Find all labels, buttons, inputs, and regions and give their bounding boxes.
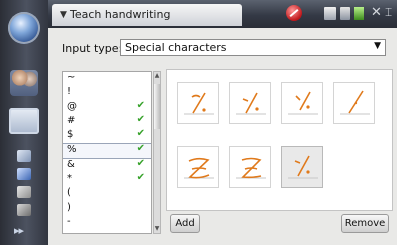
- handwriting-sample[interactable]: [229, 146, 271, 188]
- add-button[interactable]: Add: [170, 214, 200, 233]
- input-type-label: Input type:: [62, 42, 123, 55]
- monitor-icon[interactable]: [17, 204, 31, 216]
- contacts-icon[interactable]: [10, 70, 38, 96]
- menu-arrow-icon: ▼: [60, 10, 67, 20]
- handwriting-sample[interactable]: [281, 82, 323, 124]
- list-item[interactable]: % ✔: [63, 143, 151, 159]
- input-type-value: Special characters: [125, 41, 227, 54]
- character-label: !: [67, 86, 72, 98]
- status-icon-1[interactable]: [324, 7, 336, 20]
- checkmark-icon: ✔: [136, 99, 145, 111]
- list-item[interactable]: !: [63, 86, 151, 100]
- character-label: (: [67, 187, 71, 199]
- character-label: *: [67, 173, 72, 185]
- character-label: ): [67, 201, 71, 213]
- scroll-down-icon[interactable]: ▼: [154, 225, 160, 233]
- character-label: %: [67, 144, 77, 156]
- device-icon[interactable]: [17, 186, 31, 198]
- list-item[interactable]: -: [63, 216, 151, 230]
- more-arrow-icon[interactable]: ▸▸: [14, 224, 24, 237]
- input-type-select[interactable]: Special characters ▼: [120, 39, 386, 56]
- overflow-icon[interactable]: ⌶: [385, 5, 392, 20]
- handwriting-sample[interactable]: [281, 146, 323, 188]
- checkmark-icon: ✔: [136, 172, 145, 184]
- pen-tool-icon[interactable]: [17, 150, 31, 162]
- list-item[interactable]: ): [63, 202, 151, 216]
- settings-tool-icon[interactable]: [17, 168, 31, 180]
- window-switcher-icon[interactable]: [9, 108, 39, 134]
- dropdown-arrow-icon: ▼: [374, 41, 381, 51]
- list-item[interactable]: * ✔: [63, 172, 151, 187]
- close-icon[interactable]: ✕: [371, 5, 382, 20]
- status-icon-2[interactable]: [340, 7, 350, 20]
- checkmark-icon: ✔: [136, 143, 145, 155]
- handwriting-sample[interactable]: [177, 82, 219, 124]
- scroll-up-icon[interactable]: ▲: [154, 72, 160, 80]
- character-label: $: [67, 129, 74, 141]
- scroll-thumb[interactable]: [154, 84, 160, 129]
- list-scrollbar[interactable]: ▲ ▼: [153, 71, 161, 234]
- handwriting-sample[interactable]: [333, 82, 375, 124]
- stop-icon[interactable]: [286, 5, 302, 21]
- window-title-tab[interactable]: ▼ Teach handwriting: [52, 4, 242, 26]
- character-label: #: [67, 114, 76, 126]
- checkmark-icon: ✔: [136, 113, 145, 125]
- list-item[interactable]: ~: [63, 72, 151, 86]
- character-label: &: [67, 158, 75, 170]
- checkmark-icon: ✔: [136, 157, 145, 169]
- title-bar: ▼ Teach handwriting ✕ ⌶: [48, 0, 397, 28]
- character-label: ~: [67, 72, 76, 83]
- handwriting-sample[interactable]: [229, 82, 271, 124]
- list-item[interactable]: $ ✔: [63, 128, 151, 143]
- remove-button[interactable]: Remove: [341, 214, 389, 233]
- window-title: Teach handwriting: [70, 8, 171, 21]
- battery-icon[interactable]: [354, 7, 364, 20]
- list-item[interactable]: @ ✔: [63, 99, 151, 115]
- list-item[interactable]: (: [63, 187, 151, 201]
- character-list[interactable]: ~! @ ✔ # ✔ $ ✔% ✔ & ✔ * ✔() -: [62, 71, 152, 234]
- character-label: @: [67, 100, 77, 112]
- taskbar: ▸▸: [0, 0, 48, 245]
- handwriting-sample[interactable]: [177, 146, 219, 188]
- character-label: -: [67, 215, 71, 227]
- application-switcher-globe-icon[interactable]: [8, 12, 40, 44]
- checkmark-icon: ✔: [136, 128, 145, 140]
- list-item[interactable]: # ✔: [63, 113, 151, 129]
- list-item[interactable]: & ✔: [63, 157, 151, 173]
- handwriting-samples-panel: [166, 69, 393, 211]
- screen: ▸▸ ▼ Teach handwriting ✕ ⌶ Input type: S…: [0, 0, 397, 245]
